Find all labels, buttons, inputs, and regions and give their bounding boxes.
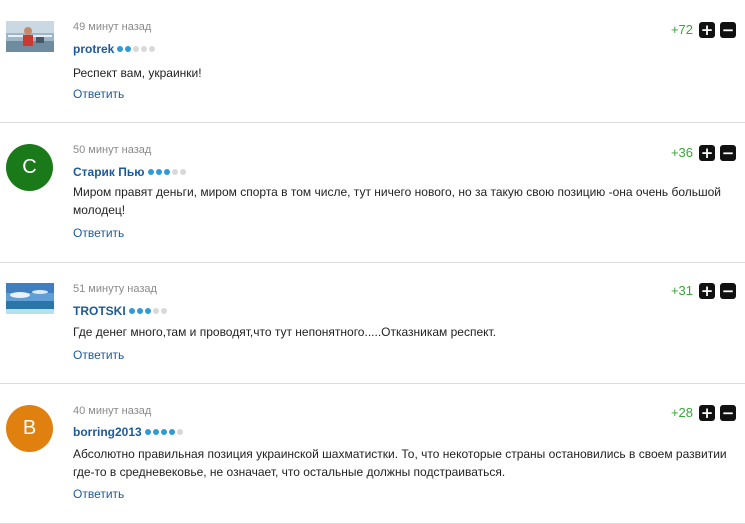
upvote-button[interactable]: + — [699, 405, 715, 421]
downvote-button[interactable]: − — [720, 283, 736, 299]
rating-dot-empty — [179, 169, 186, 175]
user-rating-dots — [144, 429, 185, 435]
comment-text: Миром правят деньги, миром спорта в том … — [73, 185, 722, 217]
upvote-button[interactable]: + — [699, 145, 715, 161]
user-rating-dots — [147, 169, 188, 175]
reply-link[interactable]: Ответить — [73, 348, 124, 362]
author-line: protrek — [73, 41, 157, 57]
author-line: Старик Пью — [73, 164, 188, 180]
rating-dot-empty — [133, 46, 140, 52]
comment-score: +28 — [670, 405, 693, 420]
downvote-button[interactable]: − — [720, 405, 736, 421]
comment-time: 51 минуту назад — [73, 283, 157, 295]
avatar-initial: С — [22, 156, 37, 178]
user-rating-dots — [117, 46, 157, 52]
rating-dot-filled — [160, 429, 167, 435]
comment-time: 40 минут назад — [73, 405, 152, 417]
avatar-photo-sea — [6, 283, 54, 314]
rating-dot-filled — [155, 169, 162, 175]
comment-time: 50 минут назад — [73, 144, 152, 156]
avatar[interactable]: С — [6, 144, 53, 191]
avatar[interactable] — [6, 283, 54, 314]
rating-dot-filled — [144, 429, 151, 435]
comment-text: Где денег много,там и проводят,что тут н… — [73, 325, 497, 339]
rating-dot-empty — [160, 308, 167, 314]
author-name[interactable]: Старик Пью — [73, 165, 145, 179]
downvote-button[interactable]: − — [720, 145, 736, 161]
rating-dot-filled — [147, 169, 154, 175]
author-line: TROTSKI — [73, 303, 169, 319]
downvote-button[interactable]: − — [720, 22, 736, 38]
author-name[interactable]: TROTSKI — [73, 304, 126, 318]
comment: 49 минут назад protrek Респект вам, укра… — [0, 0, 745, 123]
comment-text: Абсолютно правильная позиция украинской … — [73, 447, 727, 479]
avatar[interactable] — [6, 21, 54, 52]
rating-dot-filled — [144, 308, 151, 314]
comment: B 40 минут назад borring2013 Абсолютно п… — [0, 384, 745, 524]
author-line: borring2013 — [73, 424, 185, 440]
rating-dot-empty — [149, 46, 156, 52]
avatar-photo-person — [6, 21, 54, 52]
rating-dot-empty — [141, 46, 148, 52]
comment-score: +36 — [670, 145, 693, 160]
comment-score: +72 — [670, 22, 693, 37]
rating-dot-filled — [125, 46, 132, 52]
rating-dot-filled — [117, 46, 124, 52]
rating-dot-filled — [136, 308, 143, 314]
author-name[interactable]: protrek — [73, 42, 114, 56]
upvote-button[interactable]: + — [699, 283, 715, 299]
user-rating-dots — [128, 308, 169, 314]
reply-link[interactable]: Ответить — [73, 87, 124, 101]
comment: 51 минуту назад TROTSKI Где денег много,… — [0, 263, 745, 384]
rating-dot-filled — [168, 429, 175, 435]
comment: С 50 минут назад Старик Пью Миром правят… — [0, 123, 745, 263]
reply-link[interactable]: Ответить — [73, 226, 124, 240]
rating-dot-empty — [176, 429, 183, 435]
rating-dot-filled — [163, 169, 170, 175]
avatar[interactable]: B — [6, 405, 53, 452]
avatar-initial: B — [22, 417, 37, 439]
rating-dot-empty — [152, 308, 159, 314]
comment-time: 49 минут назад — [73, 21, 152, 33]
rating-dot-filled — [152, 429, 159, 435]
reply-link[interactable]: Ответить — [73, 487, 124, 501]
author-name[interactable]: borring2013 — [73, 425, 142, 439]
rating-dot-filled — [128, 308, 135, 314]
rating-dot-empty — [171, 169, 178, 175]
upvote-button[interactable]: + — [699, 22, 715, 38]
comment-text: Респект вам, украинки! — [73, 66, 202, 80]
comment-score: +31 — [670, 283, 693, 298]
